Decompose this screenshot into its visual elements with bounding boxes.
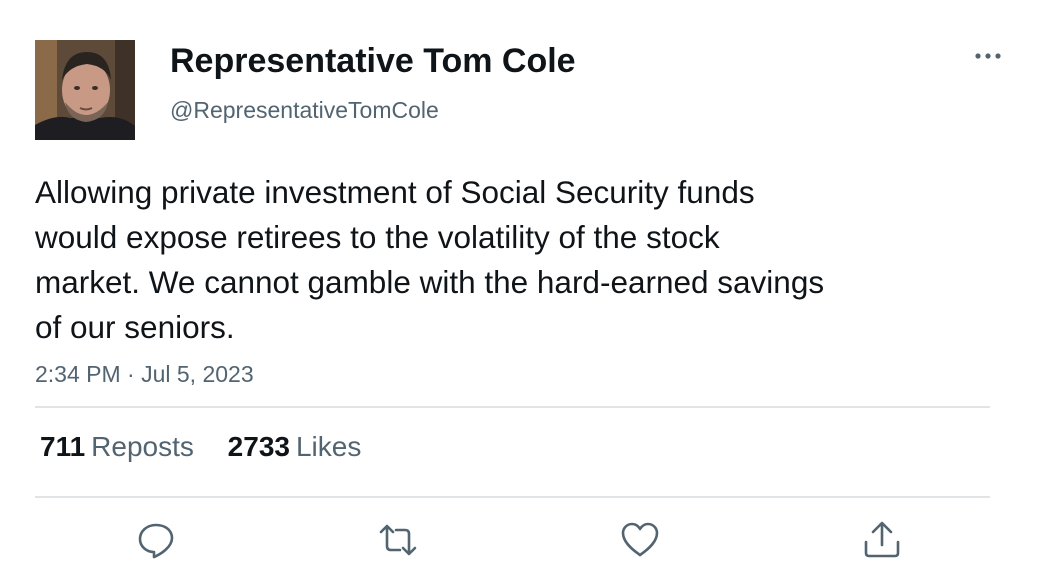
tweet-text: Allowing private investment of Social Se… [35,170,955,350]
reply-icon[interactable] [136,520,176,560]
reposts-count: 711 [40,431,86,462]
tweet-text-line: of our seniors. [35,309,235,345]
heart-icon[interactable] [620,520,660,560]
avatar-photo [35,40,135,140]
reposts-stat[interactable]: 711 Reposts [40,431,194,463]
more-options-icon[interactable] [972,45,1004,67]
engagement-stats: 711 Reposts 2733 Likes [40,431,387,463]
tweet-text-line: would expose retirees to the volatility … [35,219,720,255]
divider [35,406,990,408]
tweet-text-line: Allowing private investment of Social Se… [35,174,755,210]
divider [35,496,990,498]
tweet-text-line: market. We cannot gamble with the hard-e… [35,264,825,300]
author-display-name[interactable]: Representative Tom Cole [170,42,576,81]
avatar[interactable] [35,40,135,140]
reposts-label: Reposts [91,431,194,462]
tweet-timestamp[interactable]: 2:34 PM · Jul 5, 2023 [35,361,254,388]
likes-stat[interactable]: 2733 Likes [228,431,362,463]
likes-label: Likes [295,431,362,462]
author-handle[interactable]: @RepresentativeTomCole [170,97,439,124]
likes-count: 2733 [227,431,290,462]
share-icon[interactable] [862,520,902,560]
repost-icon[interactable] [378,520,418,560]
tweet-card: Representative Tom Cole @RepresentativeT… [0,0,1050,570]
